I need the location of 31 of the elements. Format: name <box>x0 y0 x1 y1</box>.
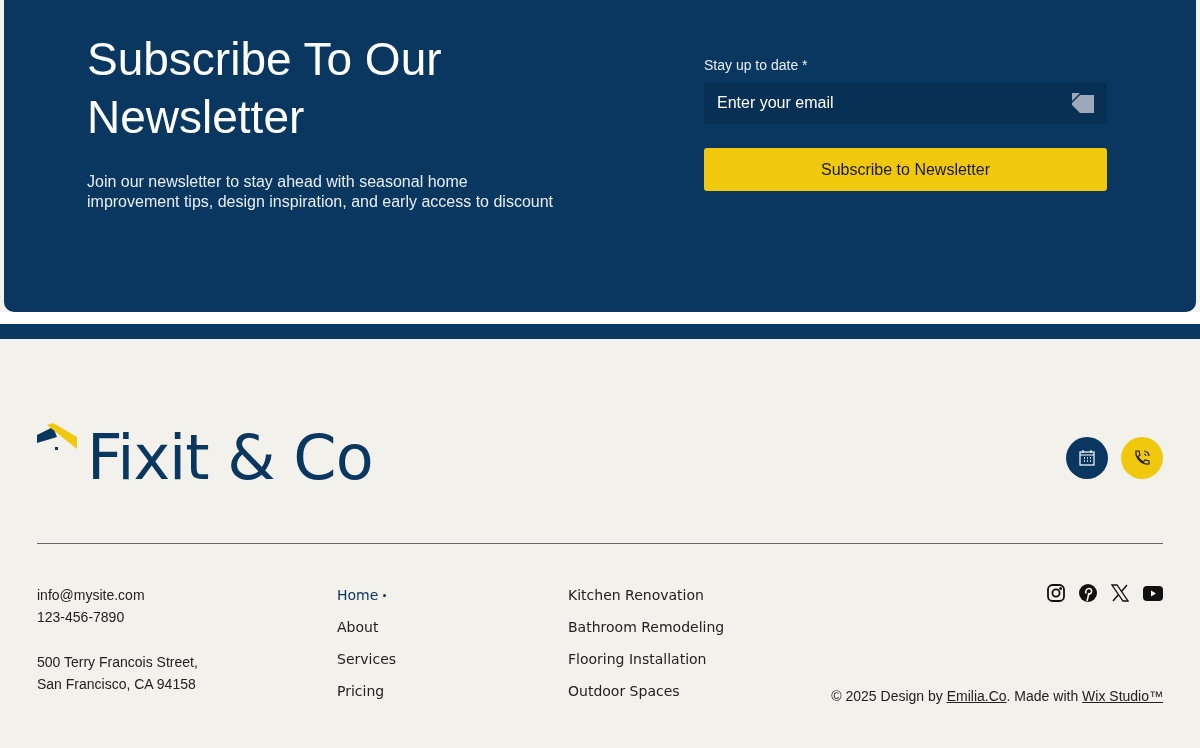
designer-link[interactable]: Emilia.Co <box>946 688 1007 704</box>
service-link[interactable]: Outdoor Spaces <box>568 680 680 702</box>
phone-icon <box>1132 448 1152 468</box>
nav-link[interactable]: Home <box>337 584 387 606</box>
roof-logo-icon <box>37 423 77 453</box>
instagram-icon[interactable] <box>1047 584 1065 602</box>
youtube-icon[interactable] <box>1143 585 1163 601</box>
calendar-icon <box>1078 449 1096 467</box>
phone-button[interactable] <box>1121 437 1163 479</box>
service-link[interactable]: Kitchen Renovation <box>568 584 704 606</box>
pinterest-icon[interactable] <box>1079 584 1097 602</box>
brand-logo[interactable]: Fixit & Co <box>87 423 373 493</box>
contact-text: 123-456-7890 <box>37 608 126 627</box>
newsletter-description: Join our newsletter to stay ahead with seasonal home improvement tips, design inspiration, and early access to discount <box>87 172 554 212</box>
calendar-button[interactable] <box>1066 437 1108 479</box>
nav-link[interactable]: Pricing <box>337 680 385 702</box>
contact-text: 500 Terry Francois Street, <box>37 653 199 672</box>
platform-link[interactable]: Wix Studio™ <box>1082 688 1163 704</box>
autofill-icon[interactable] <box>1072 93 1094 113</box>
nav-link[interactable]: Services <box>337 648 397 670</box>
newsletter-title: Subscribe To Our Newsletter <box>87 32 443 145</box>
email-field[interactable]: Enter your email <box>704 82 1107 124</box>
contact-text: San Francisco, CA 94158 <box>37 675 197 694</box>
contact-text: info@mysite.com <box>37 586 146 605</box>
subscribe-button[interactable]: Subscribe to Newsletter <box>704 148 1107 191</box>
x-icon[interactable] <box>1111 584 1129 602</box>
copyright-text: © 2025 Design by Emilia.Co. Made with Wix Studio™ <box>831 688 1163 704</box>
service-link[interactable]: Bathroom Remodeling <box>568 616 725 638</box>
field-label: Stay up to date * <box>704 57 809 73</box>
service-link[interactable]: Flooring Installation <box>568 648 707 670</box>
nav-link[interactable]: About <box>337 616 379 638</box>
